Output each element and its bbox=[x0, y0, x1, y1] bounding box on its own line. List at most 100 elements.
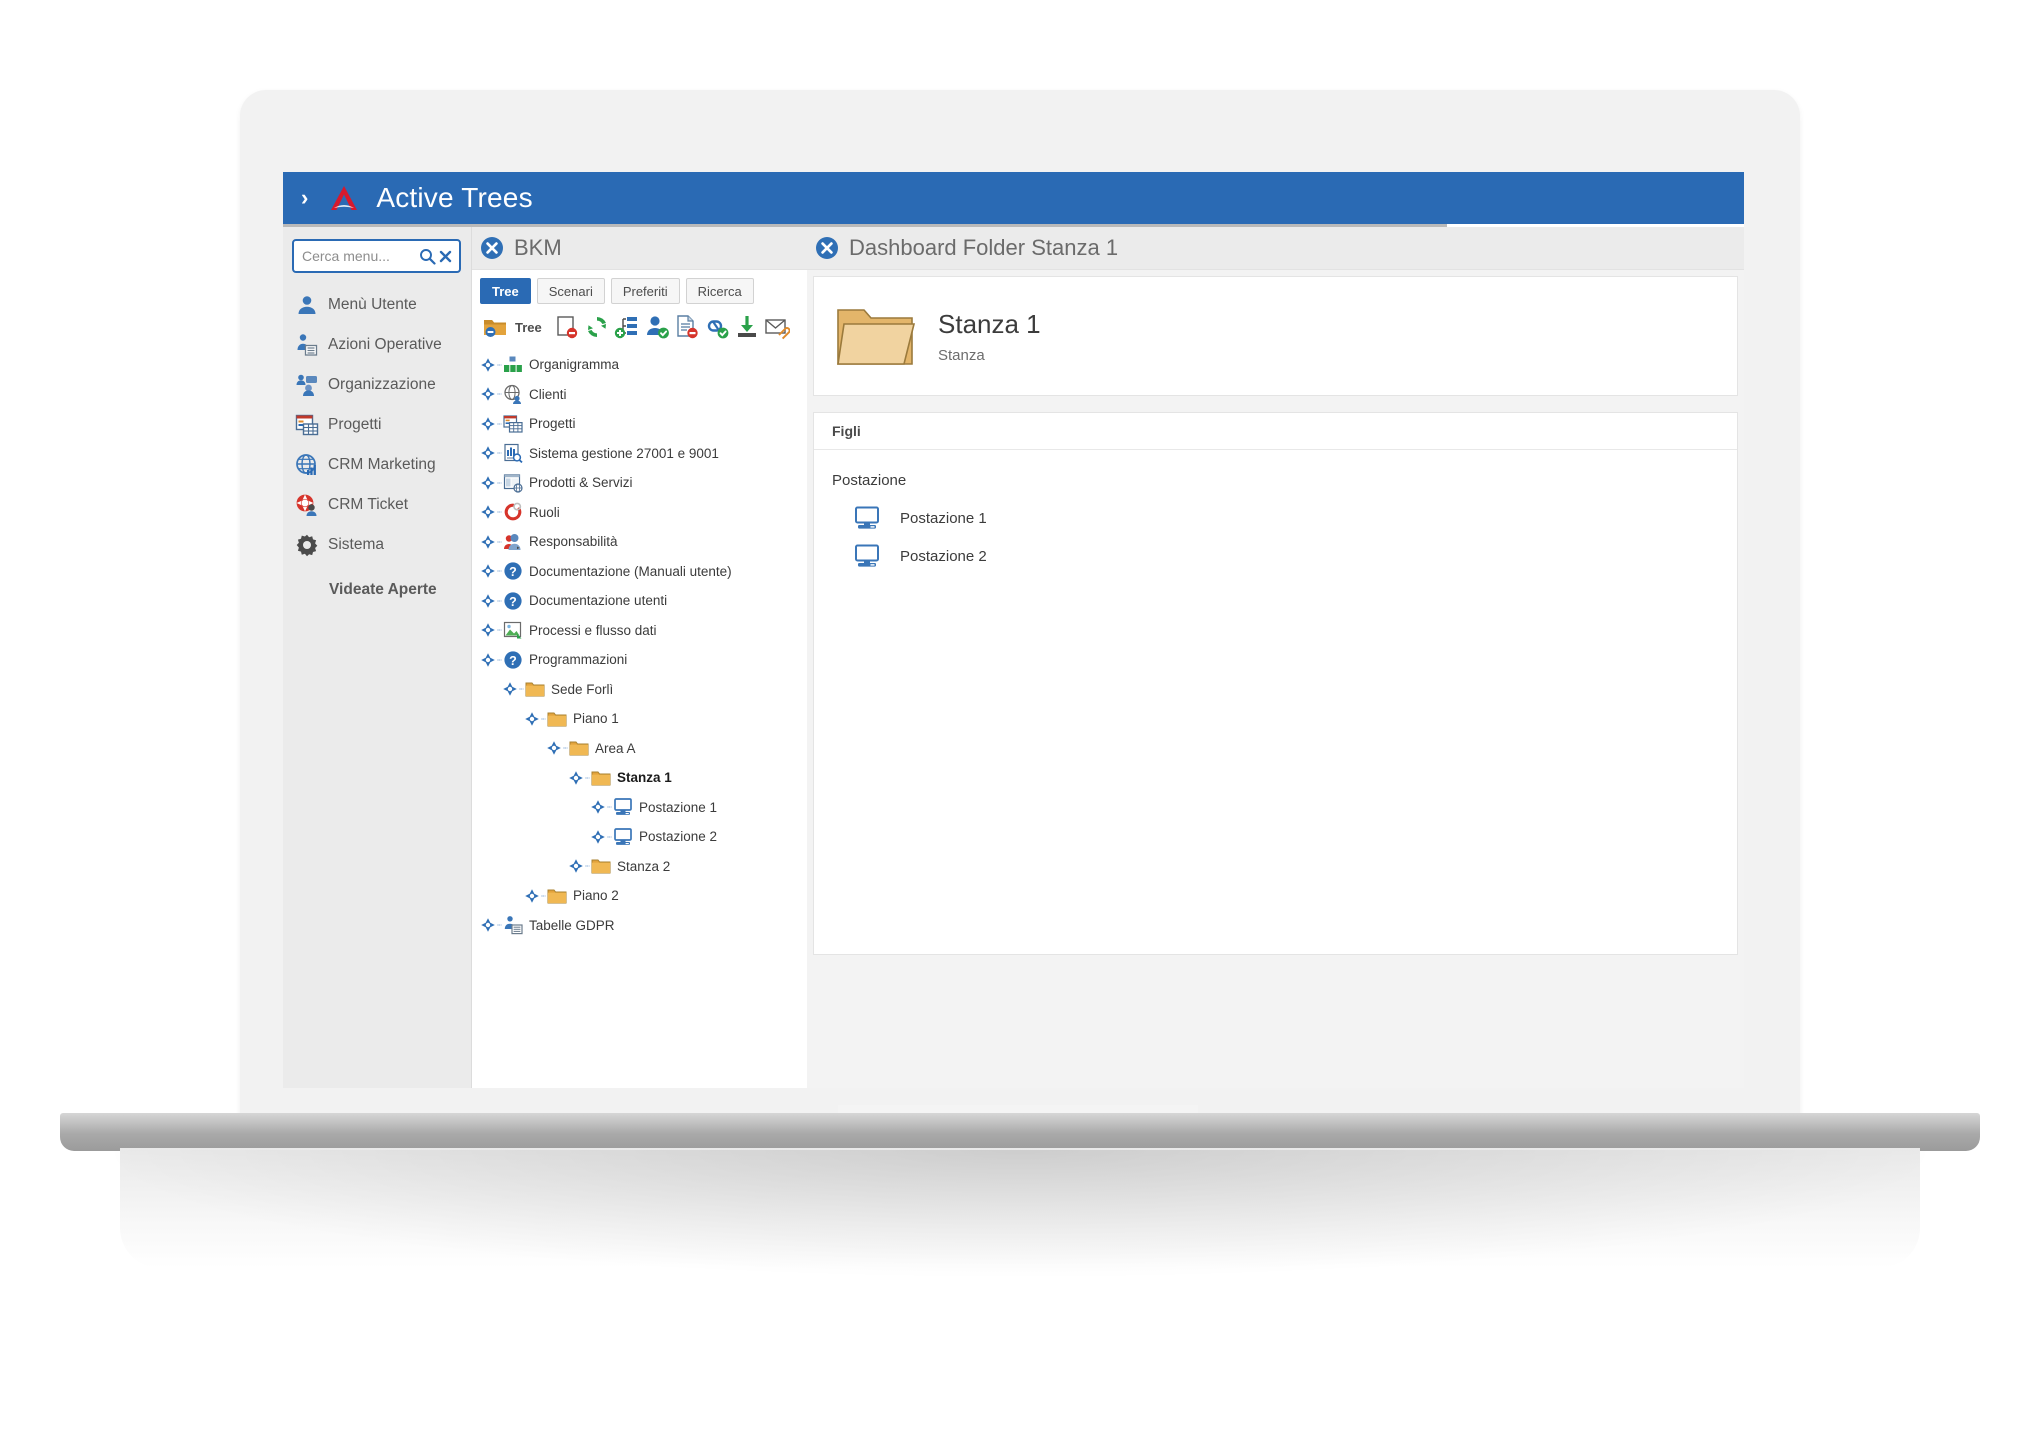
children-group-label: Postazione bbox=[832, 472, 907, 489]
tree-expander-icon[interactable] bbox=[480, 445, 496, 461]
tree-node-label: Clienti bbox=[529, 386, 567, 402]
tab-ricerca[interactable]: Ricerca bbox=[685, 278, 754, 304]
tree-expander-icon[interactable] bbox=[480, 593, 496, 609]
tab-tree[interactable]: Tree bbox=[480, 278, 531, 304]
tree-node[interactable]: Clienti bbox=[474, 380, 807, 410]
tree-expander-icon[interactable] bbox=[480, 475, 496, 491]
active-trees-logo-icon bbox=[331, 186, 358, 210]
tree-node[interactable]: Postazione 1 bbox=[474, 793, 807, 823]
search-input[interactable] bbox=[300, 247, 417, 265]
dashboard-entity-name: Stanza 1 bbox=[938, 308, 1041, 339]
search-icon[interactable] bbox=[419, 248, 436, 265]
list-item[interactable]: Postazione 1 bbox=[814, 499, 1737, 537]
tree-node[interactable]: Piano 1 bbox=[474, 704, 807, 734]
tree-expander-icon[interactable] bbox=[524, 711, 540, 727]
tree-connector-icon bbox=[563, 747, 568, 749]
list-item[interactable]: Postazione 2 bbox=[814, 537, 1737, 575]
tree-expander-icon[interactable] bbox=[524, 888, 540, 904]
gear-icon bbox=[296, 534, 318, 557]
tree-node[interactable]: Stanza 2 bbox=[474, 852, 807, 882]
tree-connector-icon bbox=[607, 806, 612, 808]
sidebar-item-crm-marketing[interactable]: CRM Marketing bbox=[283, 445, 471, 485]
folder-icon bbox=[591, 771, 611, 786]
folder-remove-icon[interactable] bbox=[482, 314, 508, 340]
tree-expander-icon[interactable] bbox=[502, 681, 518, 697]
tree-node[interactable]: Sistema gestione 27001 e 9001 bbox=[474, 439, 807, 469]
tree-node[interactable]: Progetti bbox=[474, 409, 807, 439]
tree-connector-icon bbox=[519, 688, 524, 690]
close-icon[interactable] bbox=[815, 236, 839, 260]
sidebar-videate-aperte-label[interactable]: Videate Aperte bbox=[283, 581, 471, 599]
add-node-icon[interactable] bbox=[614, 314, 640, 340]
sidebar-item-menu-utente[interactable]: Menù Utente bbox=[283, 285, 471, 325]
children-body: Postazione Postazione 1 Postazione 2 bbox=[814, 450, 1737, 954]
tree-expander-icon[interactable] bbox=[546, 740, 562, 756]
tree-expander-icon[interactable] bbox=[568, 858, 584, 874]
tree-node-label: Processi e flusso dati bbox=[529, 622, 657, 638]
search-menu-box[interactable] bbox=[292, 239, 461, 273]
sidebar-item-crm-ticket[interactable]: CRM Ticket bbox=[283, 485, 471, 525]
download-icon[interactable] bbox=[734, 314, 760, 340]
sidebar-item-organizzazione[interactable]: Organizzazione bbox=[283, 365, 471, 405]
help-icon: ? bbox=[504, 562, 522, 580]
tree-node-label: Stanza 1 bbox=[617, 770, 672, 786]
sidebar-item-sistema[interactable]: Sistema bbox=[283, 525, 471, 565]
sidebar-toggle-chevron-icon[interactable]: › bbox=[301, 187, 308, 209]
tree-node-label: Documentazione (Manuali utente) bbox=[529, 563, 732, 579]
children-card: Figli Postazione Postazione 1 Postazione… bbox=[813, 412, 1738, 955]
tree-node-label: Postazione 1 bbox=[639, 799, 718, 815]
tree-node[interactable]: Postazione 2 bbox=[474, 822, 807, 852]
tree-expander-icon[interactable] bbox=[590, 799, 606, 815]
clear-icon[interactable] bbox=[438, 249, 453, 264]
tree-node[interactable]: Organigramma bbox=[474, 350, 807, 380]
refresh-icon[interactable] bbox=[584, 314, 610, 340]
new-page-remove-icon[interactable] bbox=[554, 314, 580, 340]
tree-node[interactable]: Responsabilità bbox=[474, 527, 807, 557]
tree-node[interactable]: Tabelle GDPR bbox=[474, 911, 807, 941]
tree-expander-icon[interactable] bbox=[480, 386, 496, 402]
link-confirm-icon[interactable] bbox=[704, 314, 730, 340]
tree-expander-icon[interactable] bbox=[480, 504, 496, 520]
tree-node[interactable]: Piano 2 bbox=[474, 881, 807, 911]
tree-expander-icon[interactable] bbox=[480, 622, 496, 638]
workstation-icon bbox=[614, 827, 632, 845]
operative-actions-icon bbox=[297, 334, 318, 356]
close-icon[interactable] bbox=[480, 236, 504, 260]
laptop-shadow bbox=[90, 1150, 1950, 1280]
folder-icon bbox=[525, 682, 545, 697]
tab-scenari[interactable]: Scenari bbox=[536, 278, 605, 304]
document-remove-icon[interactable] bbox=[674, 314, 700, 340]
tree-node[interactable]: Prodotti & Servizi bbox=[474, 468, 807, 498]
assign-user-icon[interactable] bbox=[644, 314, 670, 340]
tree-expander-icon[interactable] bbox=[590, 829, 606, 845]
tree-node[interactable]: Area A bbox=[474, 734, 807, 764]
mail-attach-icon[interactable] bbox=[764, 314, 790, 340]
help-icon: ? bbox=[504, 651, 522, 669]
tree-node[interactable]: Stanza 1 bbox=[474, 763, 807, 793]
sidebar-item-azioni-operative[interactable]: Azioni Operative bbox=[283, 325, 471, 365]
tree-connector-icon bbox=[497, 600, 502, 602]
tree-expander-icon[interactable] bbox=[568, 770, 584, 786]
responsibility-icon bbox=[504, 533, 521, 550]
tree-expander-icon[interactable] bbox=[480, 563, 496, 579]
tree-node[interactable]: ? Programmazioni bbox=[474, 645, 807, 675]
tree-node[interactable]: Sede Forlì bbox=[474, 675, 807, 705]
tree-expander-icon[interactable] bbox=[480, 917, 496, 933]
tree-node-label: Ruoli bbox=[529, 504, 560, 520]
tree-node[interactable]: ? Documentazione utenti bbox=[474, 586, 807, 616]
app-body: Menù Utente Azioni Operative bbox=[283, 227, 1744, 1088]
tree-node-label: Piano 1 bbox=[573, 711, 619, 727]
tree-expander-icon[interactable] bbox=[480, 416, 496, 432]
sidebar: Menù Utente Azioni Operative bbox=[283, 227, 472, 1088]
tree-node[interactable]: ? Documentazione (Manuali utente) bbox=[474, 557, 807, 587]
tree-node[interactable]: Ruoli bbox=[474, 498, 807, 528]
list-item-label: Postazione 2 bbox=[900, 547, 987, 565]
tree-node[interactable]: Processi e flusso dati bbox=[474, 616, 807, 646]
tree-node-label: Organigramma bbox=[529, 357, 620, 373]
tree-expander-icon[interactable] bbox=[480, 357, 496, 373]
app-title: Active Trees bbox=[376, 182, 533, 213]
sidebar-item-progetti[interactable]: Progetti bbox=[283, 405, 471, 445]
tab-preferiti[interactable]: Preferiti bbox=[610, 278, 680, 304]
tree-expander-icon[interactable] bbox=[480, 652, 496, 668]
tree-expander-icon[interactable] bbox=[480, 534, 496, 550]
